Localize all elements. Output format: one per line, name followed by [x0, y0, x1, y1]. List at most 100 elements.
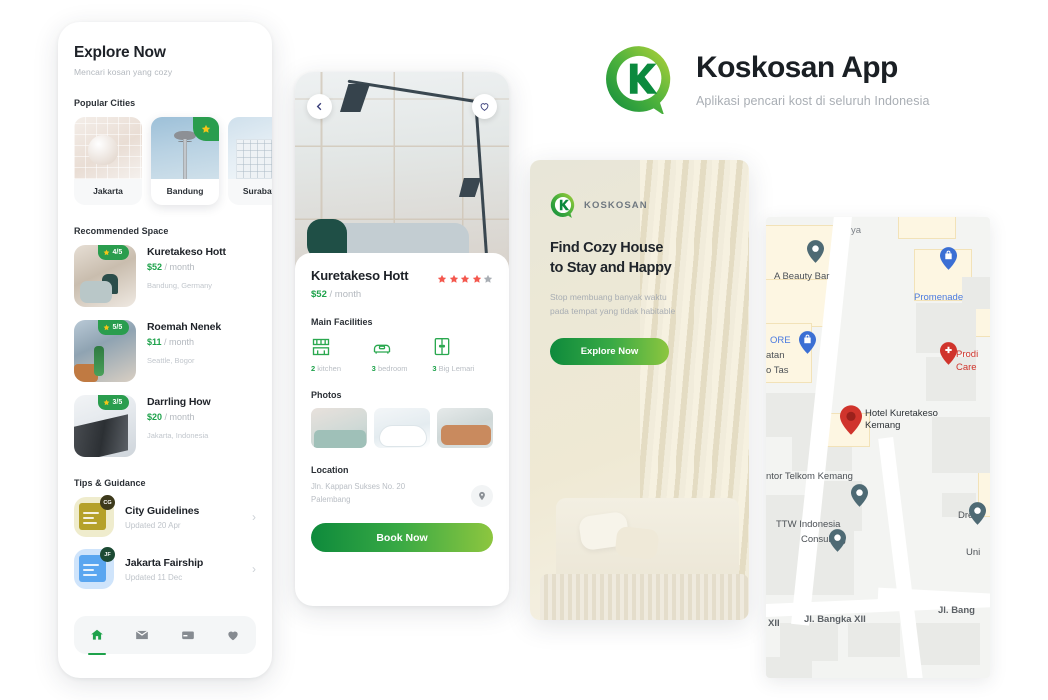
facility-count: 3	[432, 364, 437, 373]
chevron-left-icon	[316, 102, 322, 111]
map-pin-icon	[479, 491, 485, 501]
map-panel[interactable]: A Beauty Bar Promenade ORE atan o Tas Prodi Ca…	[766, 217, 990, 678]
price-amount: $52	[147, 262, 163, 272]
page-subtitle: Aplikasi pencari kost di seluruh Indones…	[696, 93, 930, 108]
map-label: Care	[956, 362, 977, 373]
open-map-button[interactable]	[471, 485, 493, 507]
listing-info: Roemah Nenek $11 / month Seattle, Bogor	[147, 320, 221, 382]
koskosan-logo-icon	[550, 192, 576, 218]
bed-blanket	[540, 574, 749, 620]
phone-explore-screen: Explore Now Mencari kosan yang cozy Popu…	[58, 22, 272, 678]
telkom-pin[interactable]	[851, 484, 868, 507]
list-item[interactable]: 3/5 Darrling How $20 / month Jakarta, In…	[74, 395, 256, 457]
facility-label: Big Lemari	[438, 364, 475, 373]
map-label: Promenade	[914, 292, 964, 303]
price-period: / month	[164, 262, 195, 272]
tip-title: City Guidelines	[125, 504, 200, 517]
listing-price: $52 / month	[311, 289, 408, 300]
facility-label: kitchen	[317, 364, 342, 373]
listing-price: $20 / month	[147, 412, 211, 422]
listing-name: Darrling How	[147, 396, 211, 408]
beauty-bar-pin[interactable]	[807, 240, 824, 263]
tip-title: Jakarta Fairship	[125, 556, 204, 569]
app-mockup-stage: Explore Now Mencari kosan yang cozy Popu…	[0, 0, 1048, 700]
city-image	[74, 117, 142, 179]
city-image	[151, 117, 219, 179]
rating-value: 5/5	[112, 324, 123, 331]
city-label: Surabaya	[242, 186, 272, 196]
city-label: Bandung	[166, 186, 204, 196]
map-label: o Tas	[766, 365, 789, 376]
price-amount: $11	[147, 337, 162, 347]
promo-headline: Find Cozy House to Stay and Happy	[550, 238, 729, 278]
nav-card-button[interactable]	[181, 628, 195, 642]
price-period: / month	[164, 337, 195, 347]
map-label: A Beauty Bar	[774, 271, 830, 282]
facility-count: 2	[311, 364, 316, 373]
kitchen-icon	[311, 335, 372, 357]
prodi-care-pin[interactable]	[940, 342, 957, 365]
city-card-jakarta[interactable]: Jakarta	[74, 117, 142, 205]
listing-name: Kuretakeso Hott	[147, 246, 226, 258]
map-label: ORE	[770, 335, 791, 346]
document-icon: CG	[74, 495, 115, 537]
map-label: ntor Telkom Kemang	[766, 471, 853, 482]
book-now-button[interactable]: Book Now	[311, 523, 493, 552]
address-line-1: Jln. Kappan Sukses No. 20	[311, 482, 406, 491]
detail-sheet: Kuretakeso Hott $52 / month Main Facilit…	[295, 253, 509, 552]
address-block: Jln. Kappan Sukses No. 20 Palembang	[311, 481, 405, 507]
chevron-right-icon[interactable]: ›	[252, 510, 256, 524]
favorite-button[interactable]	[472, 94, 497, 119]
listing-location: Jakarta, Indonesia	[147, 431, 209, 440]
map-label: Jl. Bangka XII	[804, 614, 866, 625]
explore-now-button[interactable]: Explore Now	[550, 338, 669, 366]
city-card-bandung[interactable]: Bandung	[151, 117, 219, 205]
promo-subtext-line-1: Stop membuang banyak waktu	[550, 292, 667, 302]
rating-value: 4/5	[112, 249, 123, 256]
nav-favorites-button[interactable]	[226, 628, 240, 642]
back-button[interactable]	[307, 94, 332, 119]
koskosan-logo-icon	[604, 44, 674, 116]
rating-badge: 4/5	[98, 245, 130, 260]
map-label: atan	[766, 350, 785, 361]
photo-thumbnail[interactable]	[437, 408, 493, 448]
dream-pin[interactable]	[969, 502, 986, 525]
promo-headline-line-1: Find Cozy House	[550, 240, 664, 256]
tip-updated: Updated 20 Apr	[125, 520, 181, 530]
rating-badge: 5/5	[98, 320, 130, 335]
city-card-surabaya[interactable]: Surabaya	[228, 117, 272, 205]
nav-home-button[interactable]	[87, 628, 106, 655]
map-label: Uni	[966, 547, 981, 558]
tips-guidance-heading: Tips & Guidance	[74, 478, 146, 488]
popular-cities-list: Jakarta Bandung Surabaya	[74, 117, 272, 205]
nav-mail-button[interactable]	[135, 628, 149, 642]
map-label: ya	[851, 225, 862, 236]
hotel-kuretakeso-kemang-pin[interactable]	[840, 405, 862, 435]
photo-thumbnail[interactable]	[374, 408, 430, 448]
list-item[interactable]: JF Jakarta Fairship Updated 11 Dec ›	[74, 547, 256, 589]
pin-label-line-1: Hotel Kuretakeso	[865, 408, 938, 419]
promo-subtext-line-2: pada tempat yang tidak habitable	[550, 306, 676, 317]
header-text: Koskosan App Aplikasi pencari kost di se…	[696, 51, 930, 108]
photo-thumbnail[interactable]	[311, 408, 367, 448]
recommended-space-heading: Recommended Space	[74, 226, 169, 236]
listing-thumbnail: 4/5	[74, 245, 136, 307]
list-item[interactable]: 5/5 Roemah Nenek $11 / month Seattle, Bo…	[74, 320, 256, 382]
listing-name: Roemah Nenek	[147, 321, 222, 333]
home-icon	[90, 629, 103, 640]
promo-logo-text: KOSKOSAN	[584, 199, 648, 211]
price-amount: $52	[311, 289, 327, 300]
list-item[interactable]: CG City Guidelines Updated 20 Apr ›	[74, 495, 256, 537]
list-item[interactable]: 4/5 Kuretakeso Hott $52 / month Bandung,…	[74, 245, 256, 307]
facility-wardrobe: 3 Big Lemari	[432, 335, 493, 373]
promenade-pin[interactable]	[940, 247, 957, 270]
promo-headline-line-2: to Stay and Happy	[550, 260, 672, 276]
ttw-pin[interactable]	[829, 529, 846, 552]
store-pin[interactable]	[799, 331, 816, 354]
phone-promo-screen: KOSKOSAN Find Cozy House to Stay and Hap…	[530, 160, 749, 620]
chevron-right-icon[interactable]: ›	[252, 562, 256, 576]
tip-updated: Updated 11 Dec	[125, 572, 183, 582]
pillow	[614, 525, 660, 561]
listing-thumbnail: 3/5	[74, 395, 136, 457]
facilities-list: 2 kitchen 3 bedroom 3 Big Lemari	[311, 335, 493, 373]
